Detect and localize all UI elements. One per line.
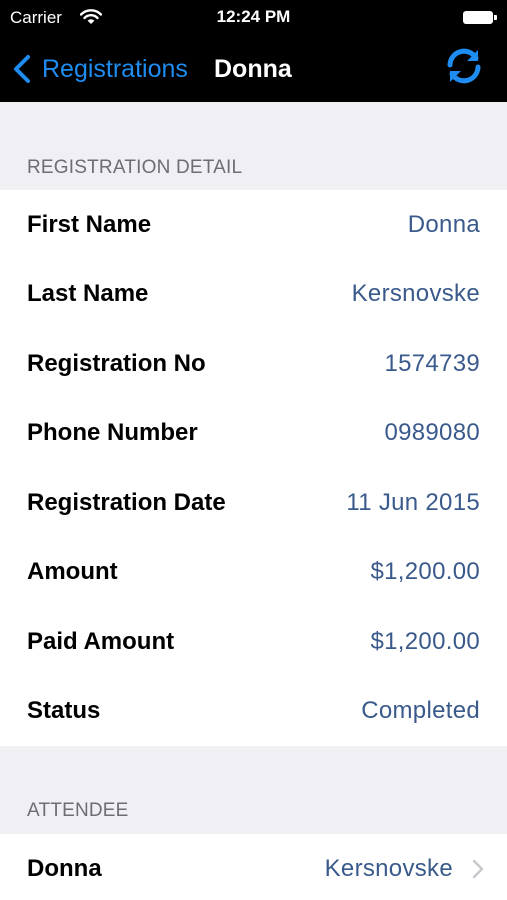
attendee-row-right: Kersnovske: [325, 855, 485, 883]
chevron-right-icon: [472, 859, 484, 878]
back-button[interactable]: Registrations: [12, 50, 188, 88]
row-label: Last Name: [27, 280, 149, 308]
page-title: Donna: [214, 55, 292, 83]
row-paid-amount: Paid Amount $1,200.00: [0, 607, 507, 677]
status-bar: Carrier 12:24 PM: [0, 0, 507, 36]
section-header-attendee: ATTENDEE: [27, 800, 129, 821]
row-label: Phone Number: [27, 419, 198, 447]
attendee-group: Donna Kersnovske: [0, 834, 507, 900]
row-value: Kersnovske: [351, 280, 480, 308]
refresh-button[interactable]: [443, 45, 485, 87]
clock: 12:24 PM: [216, 7, 291, 26]
row-label: Paid Amount: [27, 627, 175, 655]
row-label: Registration No: [27, 349, 206, 377]
row-value: $1,200.00: [370, 627, 480, 655]
section-header-registration-detail: REGISTRATION DETAIL: [27, 157, 243, 178]
attendee-first-name: Donna: [27, 854, 102, 882]
row-label: Registration Date: [27, 488, 226, 516]
battery-icon: [463, 11, 497, 24]
navigation-bar: Registrations Donna: [0, 36, 507, 102]
status-value: Completed: [361, 697, 480, 725]
row-phone-number: Phone Number 0989080: [0, 399, 507, 469]
chevron-left-icon: [14, 55, 30, 83]
row-value: 11 Jun 2015: [346, 488, 480, 516]
row-label: First Name: [27, 210, 152, 238]
row-label: Amount: [27, 558, 118, 586]
attendee-last-name: Kersnovske: [324, 854, 453, 882]
row-last-name: Last Name Kersnovske: [0, 260, 507, 330]
row-value: $1,200.00: [370, 558, 480, 586]
row-registration-date: Registration Date 11 Jun 2015: [0, 468, 507, 538]
row-value: 0989080: [384, 419, 480, 447]
row-label: Status: [27, 697, 101, 725]
refresh-icon: [447, 48, 481, 84]
row-first-name: First Name Donna: [0, 190, 507, 260]
row-amount: Amount $1,200.00: [0, 538, 507, 608]
row-status: Status Completed: [0, 677, 507, 747]
row-registration-no: Registration No 1574739: [0, 329, 507, 399]
row-value: Donna: [407, 210, 480, 238]
back-button-label: Registrations: [42, 54, 188, 83]
row-value: 1574739: [384, 349, 480, 377]
screen: Carrier 12:24 PM Registrations Donna REG…: [0, 0, 507, 900]
registration-detail-group: First Name Donna Last Name Kersnovske Re…: [0, 190, 507, 746]
attendee-row[interactable]: Donna Kersnovske: [0, 834, 507, 900]
